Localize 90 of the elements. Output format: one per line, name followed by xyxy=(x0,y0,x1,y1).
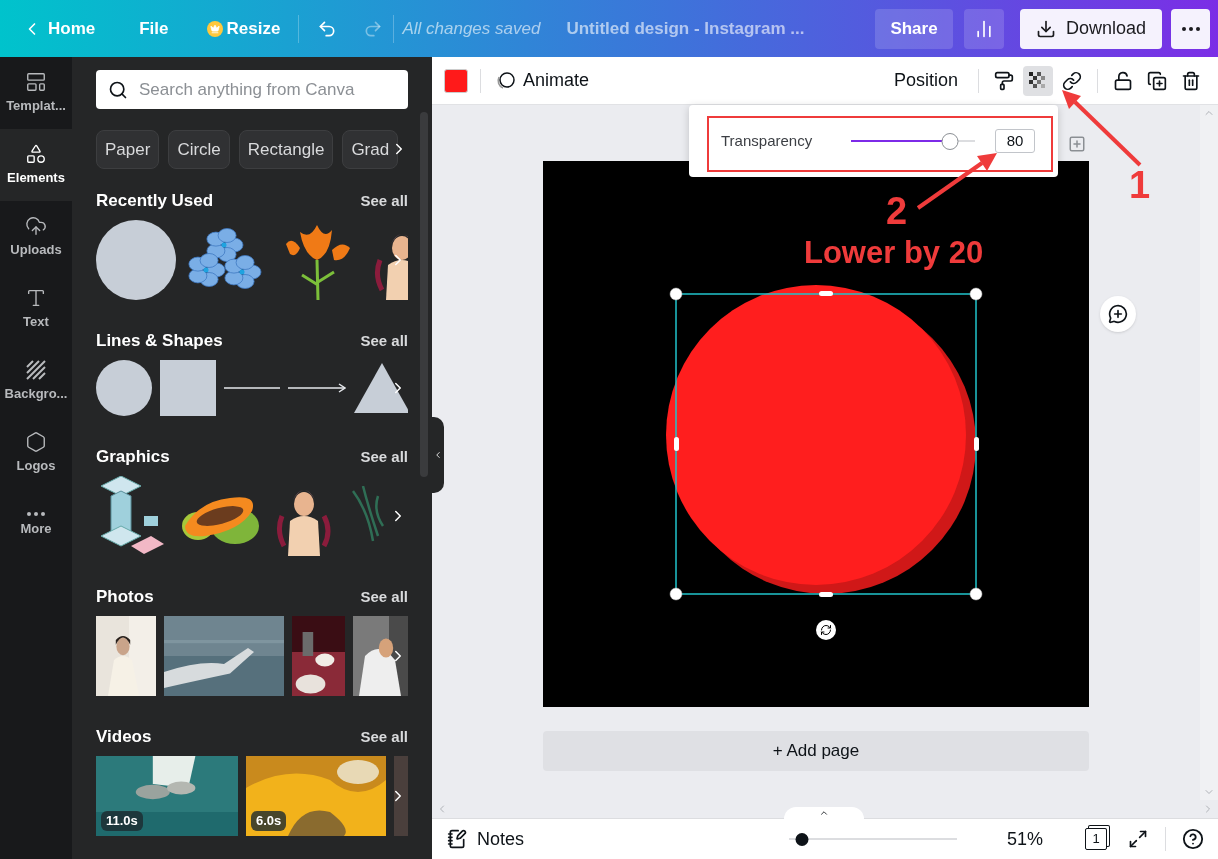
see-all-link[interactable]: See all xyxy=(360,585,408,609)
add-page-icon[interactable] xyxy=(1068,135,1086,153)
download-button[interactable]: Download xyxy=(1020,8,1162,49)
checkerboard-icon xyxy=(1029,71,1047,90)
resize-handle[interactable] xyxy=(819,592,833,597)
see-all-link[interactable]: See all xyxy=(360,329,408,353)
download-icon xyxy=(1035,18,1056,39)
resize-handle[interactable] xyxy=(669,587,683,601)
layout-icon xyxy=(25,70,47,93)
duplicate-icon xyxy=(1147,70,1167,91)
zoom-slider[interactable] xyxy=(788,832,957,846)
hexagon-icon xyxy=(25,430,47,453)
notes-icon xyxy=(447,829,467,849)
annotation-note: Lower by 20 xyxy=(804,234,984,272)
add-page-button[interactable]: + Add page xyxy=(543,731,1089,771)
link-icon xyxy=(1062,70,1082,91)
transparency-label: Transparency xyxy=(721,130,814,151)
position-button[interactable]: Position xyxy=(887,67,964,94)
filter-chip[interactable]: Circle xyxy=(168,130,230,169)
share-button[interactable]: Share xyxy=(875,8,953,49)
page-count[interactable]: 1 xyxy=(1085,828,1107,850)
hatch-icon xyxy=(25,358,47,381)
more-button[interactable] xyxy=(1171,8,1210,49)
rail-tab[interactable]: Text xyxy=(0,273,72,345)
arrow-shape[interactable] xyxy=(288,383,346,393)
trash-icon xyxy=(1181,70,1201,91)
zoom-thumb[interactable] xyxy=(795,832,809,846)
step-number: 1 xyxy=(1129,164,1151,206)
help-icon xyxy=(1182,828,1204,850)
section-title: Videos xyxy=(96,726,152,749)
shapes-icon xyxy=(25,142,47,165)
section-title: Graphics xyxy=(96,446,170,469)
resize-handle[interactable] xyxy=(674,437,679,451)
more-icon xyxy=(1181,26,1200,31)
comment-icon xyxy=(1108,304,1128,324)
see-all-link[interactable]: See all xyxy=(360,725,408,749)
insights-button[interactable] xyxy=(964,8,1004,49)
unlock-icon xyxy=(1113,70,1133,91)
toolbar-tool[interactable] xyxy=(1023,65,1053,96)
resize-handle[interactable] xyxy=(969,287,983,301)
design-page[interactable] xyxy=(543,161,1089,707)
redo-icon xyxy=(363,18,384,39)
rail-tab[interactable]: More xyxy=(0,489,72,561)
filter-chip[interactable]: Paper xyxy=(96,130,160,169)
collapse-handle[interactable] xyxy=(432,417,444,493)
resize-handle[interactable] xyxy=(819,291,833,296)
line-shape[interactable] xyxy=(224,386,280,390)
paint-roller-icon xyxy=(994,70,1014,91)
duration-badge: 11.0s xyxy=(101,811,143,831)
resize-handle[interactable] xyxy=(669,287,683,301)
vertical-scrollbar[interactable] xyxy=(1200,105,1218,800)
filter-chip[interactable]: Rectangle xyxy=(238,130,334,169)
rail-tab[interactable]: Backgro... xyxy=(0,345,72,417)
help-button[interactable] xyxy=(1180,826,1206,852)
see-all-link[interactable]: See all xyxy=(360,445,408,469)
filter-chip[interactable]: Grad xyxy=(342,130,399,169)
animate-button[interactable]: Animate xyxy=(495,67,590,94)
rail-tab[interactable]: Uploads xyxy=(0,201,72,273)
rail-tab[interactable]: Elements xyxy=(0,129,72,201)
transparency-slider[interactable] xyxy=(851,132,975,150)
bar-chart-icon xyxy=(974,18,994,39)
resize-handle[interactable] xyxy=(974,437,979,451)
transparency-value-field[interactable]: 80 xyxy=(995,129,1035,153)
search-field[interactable]: Search anything from Canva xyxy=(96,70,408,109)
animate-icon xyxy=(495,70,515,91)
resize-handle[interactable] xyxy=(969,587,983,601)
rotate-icon xyxy=(820,624,832,636)
chevron-up-icon xyxy=(819,808,829,818)
cloud-upload-icon xyxy=(25,214,47,237)
comment-button[interactable] xyxy=(1100,296,1136,332)
duration-badge: 6.0s xyxy=(251,811,287,831)
slider-thumb[interactable] xyxy=(941,132,959,150)
rail-tab[interactable]: Logos xyxy=(0,417,72,489)
notes-button[interactable]: Notes xyxy=(447,825,525,853)
search-icon xyxy=(108,80,128,100)
color-swatch[interactable] xyxy=(444,68,468,93)
section-title: Recently Used xyxy=(96,190,214,213)
rotate-handle[interactable] xyxy=(816,620,836,640)
triangle-shape[interactable] xyxy=(354,363,408,413)
rail-tab[interactable]: Templat... xyxy=(0,57,72,129)
save-status: All changes saved xyxy=(402,17,541,40)
more-icon xyxy=(27,511,45,516)
see-all-link[interactable]: See all xyxy=(360,189,408,213)
expand-icon xyxy=(1128,829,1148,849)
zoom-percentage[interactable]: 51% xyxy=(1006,825,1043,853)
step-number: 2 xyxy=(886,190,908,232)
section-title: Lines & Shapes xyxy=(96,330,223,353)
section-title: Photos xyxy=(96,586,154,609)
crown-icon xyxy=(206,20,223,37)
chevron-left-icon xyxy=(433,450,443,460)
